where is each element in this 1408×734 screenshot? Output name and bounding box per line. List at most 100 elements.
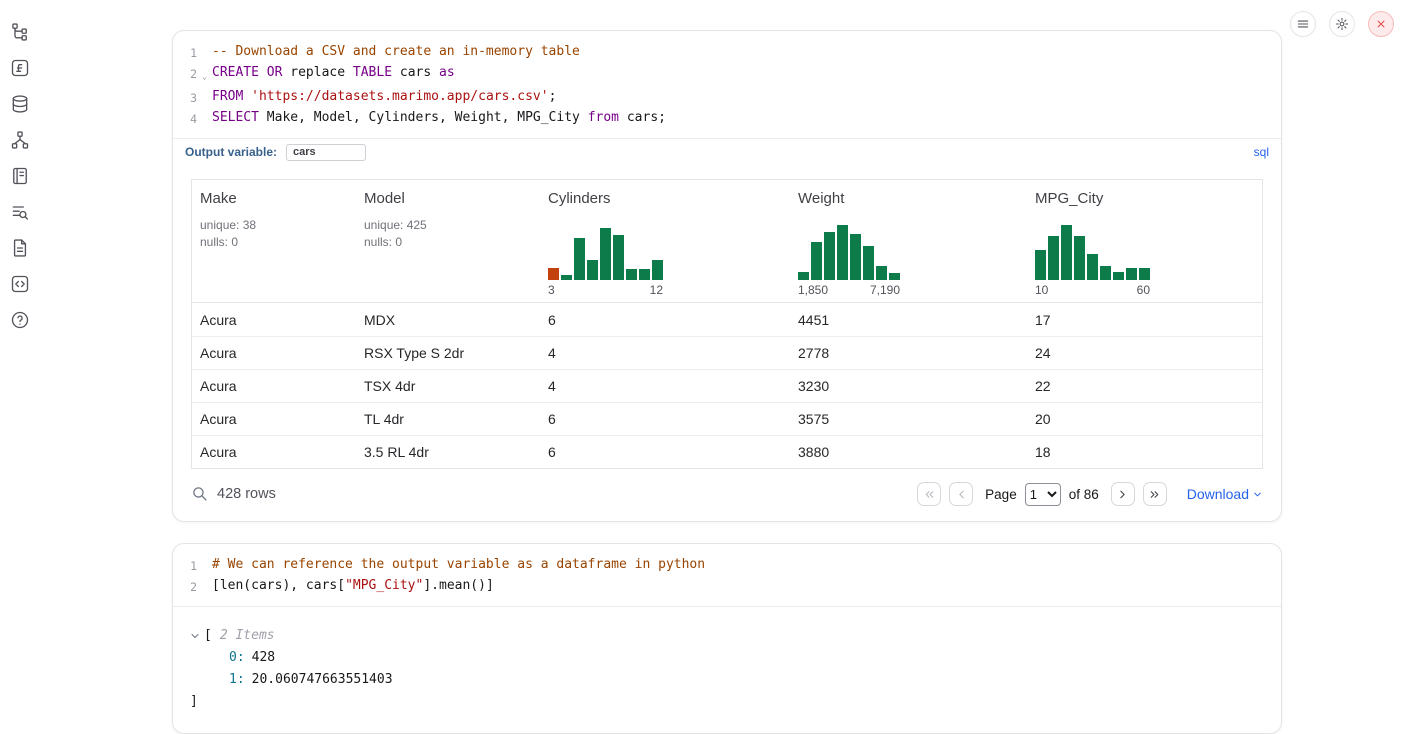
histogram-bar[interactable]	[837, 225, 848, 280]
table-row[interactable]: Acura3.5 RL 4dr6388018	[192, 435, 1262, 468]
table-cell: RSX Type S 2dr	[356, 345, 540, 361]
table-cell: 22	[1027, 378, 1262, 394]
fold-gutter	[197, 87, 212, 108]
histogram-bar[interactable]	[824, 232, 835, 280]
histogram-bar[interactable]	[639, 269, 650, 280]
sql-code-editor[interactable]: 1 -- Download a CSV and create an in-memo…	[173, 31, 1281, 138]
table-row[interactable]: AcuraTL 4dr6357520	[192, 402, 1262, 435]
logs-icon[interactable]	[10, 202, 30, 222]
column-header[interactable]: Cylinders312	[540, 180, 790, 302]
histogram-bar[interactable]	[652, 260, 663, 280]
settings-button[interactable]	[1329, 11, 1355, 37]
histogram-bar[interactable]	[600, 228, 611, 280]
histogram-bar[interactable]	[561, 275, 572, 280]
histogram-bar[interactable]	[811, 242, 822, 280]
menu-button[interactable]	[1290, 11, 1316, 37]
python-output: [ 2 Items 0:4281:20.060747663551403 ]	[173, 606, 1281, 733]
column-name: Weight	[798, 190, 1019, 207]
code-line[interactable]: 2[len(cars), cars["MPG_City"].mean()]	[173, 576, 1281, 597]
histogram-bar[interactable]	[850, 234, 861, 280]
histogram-min-label: 1,850	[798, 283, 828, 297]
search-icon[interactable]	[191, 485, 209, 503]
line-number: 2	[173, 63, 197, 87]
chevron-down-icon	[1252, 489, 1263, 500]
dependency-graph-icon[interactable]	[10, 130, 30, 150]
code-line[interactable]: 4SELECT Make, Model, Cylinders, Weight, …	[173, 108, 1281, 129]
pagination: Page 1 of 86 Download	[917, 482, 1263, 506]
column-histogram[interactable]: 1060	[1035, 224, 1150, 297]
table-cell: 18	[1027, 444, 1262, 460]
shutdown-button[interactable]	[1368, 11, 1394, 37]
result-table: Makeunique: 38nulls: 0Modelunique: 425nu…	[191, 179, 1263, 469]
collapse-chevron-icon[interactable]	[189, 630, 201, 642]
notebook-icon[interactable]	[10, 166, 30, 186]
column-header[interactable]: Weight 1,8507,190	[790, 180, 1027, 302]
tree-entry: 0:428	[173, 647, 1281, 669]
scratchpad-icon[interactable]	[10, 58, 30, 78]
previous-page-button[interactable]	[949, 482, 973, 506]
histogram-bar[interactable]	[798, 272, 809, 280]
next-page-button[interactable]	[1111, 482, 1135, 506]
histogram-bar[interactable]	[1048, 236, 1059, 280]
first-page-button[interactable]	[917, 482, 941, 506]
table-footer: 428 rows Page 1 of 86	[173, 469, 1281, 521]
tree-entry: 1:20.060747663551403	[173, 669, 1281, 691]
table-cell: 3.5 RL 4dr	[356, 444, 540, 460]
column-name: MPG_City	[1035, 190, 1254, 207]
last-page-button[interactable]	[1143, 482, 1167, 506]
histogram-bar[interactable]	[613, 235, 624, 280]
output-variable-row: Output variable: sql	[173, 138, 1281, 165]
histogram-bar[interactable]	[1035, 250, 1046, 280]
histogram-bar[interactable]	[1087, 254, 1098, 280]
column-histogram[interactable]: 1,8507,190	[798, 224, 900, 297]
column-header[interactable]: Makeunique: 38nulls: 0	[192, 180, 356, 302]
python-code-editor[interactable]: 1# We can reference the output variable …	[173, 544, 1281, 606]
page-select[interactable]: 1	[1025, 483, 1061, 506]
table-cell: TSX 4dr	[356, 378, 540, 394]
histogram-bar[interactable]	[1126, 268, 1137, 280]
code-text: -- Download a CSV and create an in-memor…	[212, 42, 580, 63]
entry-index: 1:	[229, 669, 245, 691]
table-row[interactable]: AcuraTSX 4dr4323022	[192, 369, 1262, 402]
output-variable-input[interactable]	[286, 144, 366, 161]
table-cell: 4451	[790, 312, 1027, 328]
code-line[interactable]: 1# We can reference the output variable …	[173, 555, 1281, 576]
code-line[interactable]: 2⌄CREATE OR replace TABLE cars as	[173, 63, 1281, 87]
column-histogram[interactable]: 312	[548, 224, 663, 297]
open-bracket: [	[204, 625, 212, 647]
output-variable-label: Output variable:	[185, 145, 277, 159]
help-icon[interactable]	[10, 310, 30, 330]
download-button[interactable]: Download	[1187, 486, 1263, 502]
table-row[interactable]: AcuraMDX6445117	[192, 303, 1262, 336]
column-header[interactable]: MPG_City 1060	[1027, 180, 1262, 302]
histogram-bar[interactable]	[574, 238, 585, 280]
fold-chevron-icon[interactable]: ⌄	[197, 63, 212, 87]
gear-icon	[1335, 17, 1349, 31]
code-line[interactable]: 3FROM 'https://datasets.marimo.app/cars.…	[173, 87, 1281, 108]
histogram-bar[interactable]	[863, 246, 874, 280]
code-text: CREATE OR replace TABLE cars as	[212, 63, 455, 87]
line-number: 2	[173, 576, 197, 597]
code-line[interactable]: 1 -- Download a CSV and create an in-memo…	[173, 42, 1281, 63]
line-number: 1	[173, 42, 197, 63]
page-total-label: of 86	[1069, 487, 1099, 502]
datasources-icon[interactable]	[10, 94, 30, 114]
table-header-row: Makeunique: 38nulls: 0Modelunique: 425nu…	[192, 180, 1262, 303]
file-tree-icon[interactable]	[10, 22, 30, 42]
snippets-icon[interactable]	[10, 238, 30, 258]
histogram-bar[interactable]	[1139, 268, 1150, 280]
histogram-bar[interactable]	[889, 273, 900, 280]
histogram-bar[interactable]	[876, 266, 887, 280]
histogram-bar[interactable]	[1061, 225, 1072, 280]
documentation-icon[interactable]	[10, 274, 30, 294]
column-header[interactable]: Modelunique: 425nulls: 0	[356, 180, 540, 302]
histogram-bar[interactable]	[626, 269, 637, 280]
histogram-bar[interactable]	[1113, 272, 1124, 280]
table-row[interactable]: AcuraRSX Type S 2dr4277824	[192, 336, 1262, 369]
code-text: # We can reference the output variable a…	[212, 555, 705, 576]
row-count: 428 rows	[217, 486, 276, 502]
histogram-bar[interactable]	[548, 268, 559, 280]
histogram-bar[interactable]	[1100, 266, 1111, 280]
histogram-bar[interactable]	[1074, 236, 1085, 280]
histogram-bar[interactable]	[587, 260, 598, 280]
